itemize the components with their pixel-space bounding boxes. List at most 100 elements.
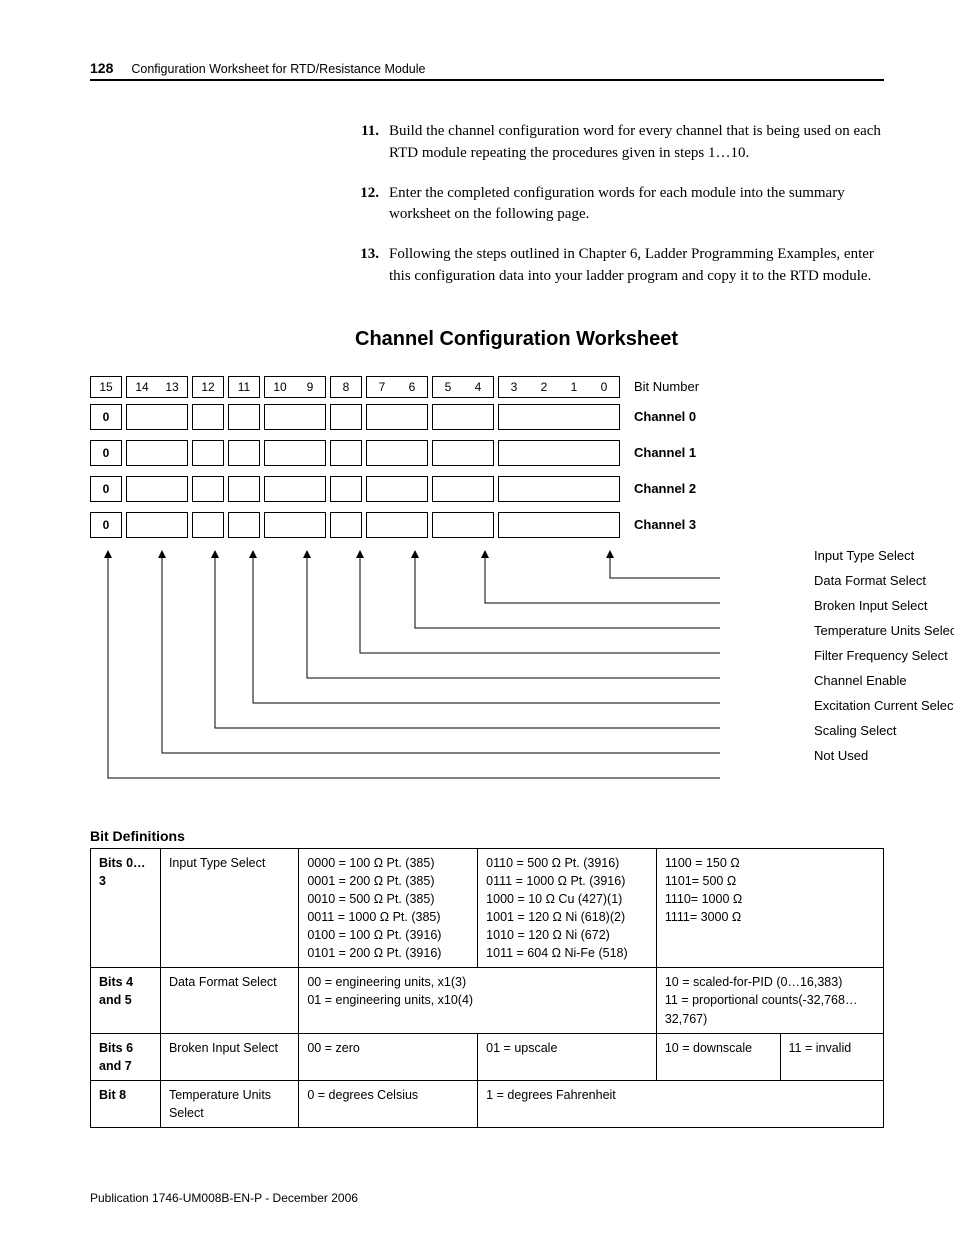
cell (499, 477, 529, 501)
cell (529, 441, 559, 465)
channel-row-2: 0 Channel 2 (90, 476, 884, 502)
bit-cell: 6 (397, 377, 427, 397)
channel-label: Channel 2 (634, 481, 696, 496)
table-row: Bits 4 and 5 Data Format Select 00 = eng… (91, 968, 884, 1033)
bit-cell: 10 (265, 377, 295, 397)
step-number: 11. (355, 121, 379, 165)
cell (589, 477, 619, 501)
bit-cell: 11 (229, 377, 259, 397)
cell (463, 477, 493, 501)
cell: 0010 = 500 Ω Pt. (385) (307, 892, 434, 906)
cell: 0011 = 1000 Ω Pt. (385) (307, 910, 440, 924)
table-row: Bit 8 Temperature Units Select 0 = degre… (91, 1080, 884, 1127)
cell: 11 = invalid (789, 1041, 852, 1055)
bit-cell: 9 (295, 377, 325, 397)
step-11: 11. Build the channel configuration word… (355, 121, 884, 165)
arrows-svg (90, 548, 730, 808)
cell (367, 477, 397, 501)
cell (331, 405, 361, 429)
cell: Bits 6 and 7 (99, 1041, 133, 1073)
section-title: Channel Configuration Worksheet (355, 328, 884, 351)
cell: 0100 = 100 Ω Pt. (3916) (307, 928, 441, 942)
cell: Bit 8 (99, 1088, 126, 1102)
arrow-label: Channel Enable (814, 673, 954, 688)
cell: 11 = proportional counts(-32,768…32,767) (665, 993, 858, 1025)
step-13: 13. Following the steps outlined in Chap… (355, 244, 884, 288)
step-number: 13. (355, 244, 379, 288)
table-row: Bits 0…3 Input Type Select 0000 = 100 Ω … (91, 848, 884, 968)
worksheet-grid: 15 1413 12 11 109 8 76 54 3210 Bit Numbe… (90, 376, 884, 808)
cell (367, 405, 397, 429)
cell (295, 441, 325, 465)
bit-number-label: Bit Number (634, 379, 699, 394)
cell (229, 513, 259, 537)
bit-cell: 4 (463, 377, 493, 397)
cell: 1100 = 150 Ω (665, 856, 740, 870)
cell (331, 441, 361, 465)
cell: 1010 = 120 Ω Ni (672) (486, 928, 610, 942)
cell (529, 477, 559, 501)
arrow-label: Broken Input Select (814, 598, 954, 613)
bit-cell: 12 (193, 377, 223, 397)
cell (559, 513, 589, 537)
cell (295, 513, 325, 537)
channel-label: Channel 3 (634, 517, 696, 532)
bit-cell: 14 (127, 377, 157, 397)
cell: 0111 = 1000 Ω Pt. (3916) (486, 874, 625, 888)
arrow-label: Input Type Select (814, 548, 954, 563)
cell: 1111= 3000 Ω (665, 910, 741, 924)
arrow-label: Not Used (814, 748, 954, 763)
cell: 0101 = 200 Ω Pt. (3916) (307, 946, 441, 960)
cell (229, 441, 259, 465)
cell: 00 = engineering units, x1(3) (307, 975, 466, 989)
channel-row-0: 0 Channel 0 (90, 404, 884, 430)
bit-definitions-table: Bits 0…3 Input Type Select 0000 = 100 Ω … (90, 848, 884, 1129)
cell (295, 405, 325, 429)
cell: 01 = engineering units, x10(4) (307, 993, 473, 1007)
cell (193, 441, 223, 465)
step-number: 12. (355, 183, 379, 227)
cell: 0 (91, 441, 121, 465)
arrow-label: Temperature Units Select (814, 623, 954, 638)
table-row: Bits 6 and 7 Broken Input Select 00 = ze… (91, 1033, 884, 1080)
cell (127, 441, 157, 465)
cell (433, 513, 463, 537)
cell: 1000 = 10 Ω Cu (427)(1) (486, 892, 622, 906)
cell (397, 405, 427, 429)
cell (589, 441, 619, 465)
cell (463, 441, 493, 465)
cell: Data Format Select (169, 975, 277, 989)
cell (499, 405, 529, 429)
cell (193, 477, 223, 501)
cell (229, 477, 259, 501)
cell: 01 = upscale (486, 1041, 557, 1055)
cell: Input Type Select (169, 856, 265, 870)
cell (589, 405, 619, 429)
arrow-label: Scaling Select (814, 723, 954, 738)
cell (559, 405, 589, 429)
cell (433, 405, 463, 429)
cell (499, 513, 529, 537)
bit-header-row: 15 1413 12 11 109 8 76 54 3210 Bit Numbe… (90, 376, 884, 398)
footer: Publication 1746-UM008B-EN-P - December … (90, 1191, 358, 1205)
cell (397, 441, 427, 465)
header-title: Configuration Worksheet for RTD/Resistan… (131, 62, 425, 76)
cell (463, 513, 493, 537)
cell (463, 405, 493, 429)
arrow-label: Filter Frequency Select (814, 648, 954, 663)
cell (295, 477, 325, 501)
cell (589, 513, 619, 537)
cell (367, 513, 397, 537)
cell (127, 513, 157, 537)
cell (529, 513, 559, 537)
arrow-label: Data Format Select (814, 573, 954, 588)
cell: 0 (91, 405, 121, 429)
cell: Broken Input Select (169, 1041, 278, 1055)
cell (193, 513, 223, 537)
cell (265, 513, 295, 537)
channel-label: Channel 1 (634, 445, 696, 460)
cell (331, 477, 361, 501)
step-text: Enter the completed configuration words … (389, 183, 884, 227)
cell: 1110= 1000 Ω (665, 892, 742, 906)
cell (157, 405, 187, 429)
